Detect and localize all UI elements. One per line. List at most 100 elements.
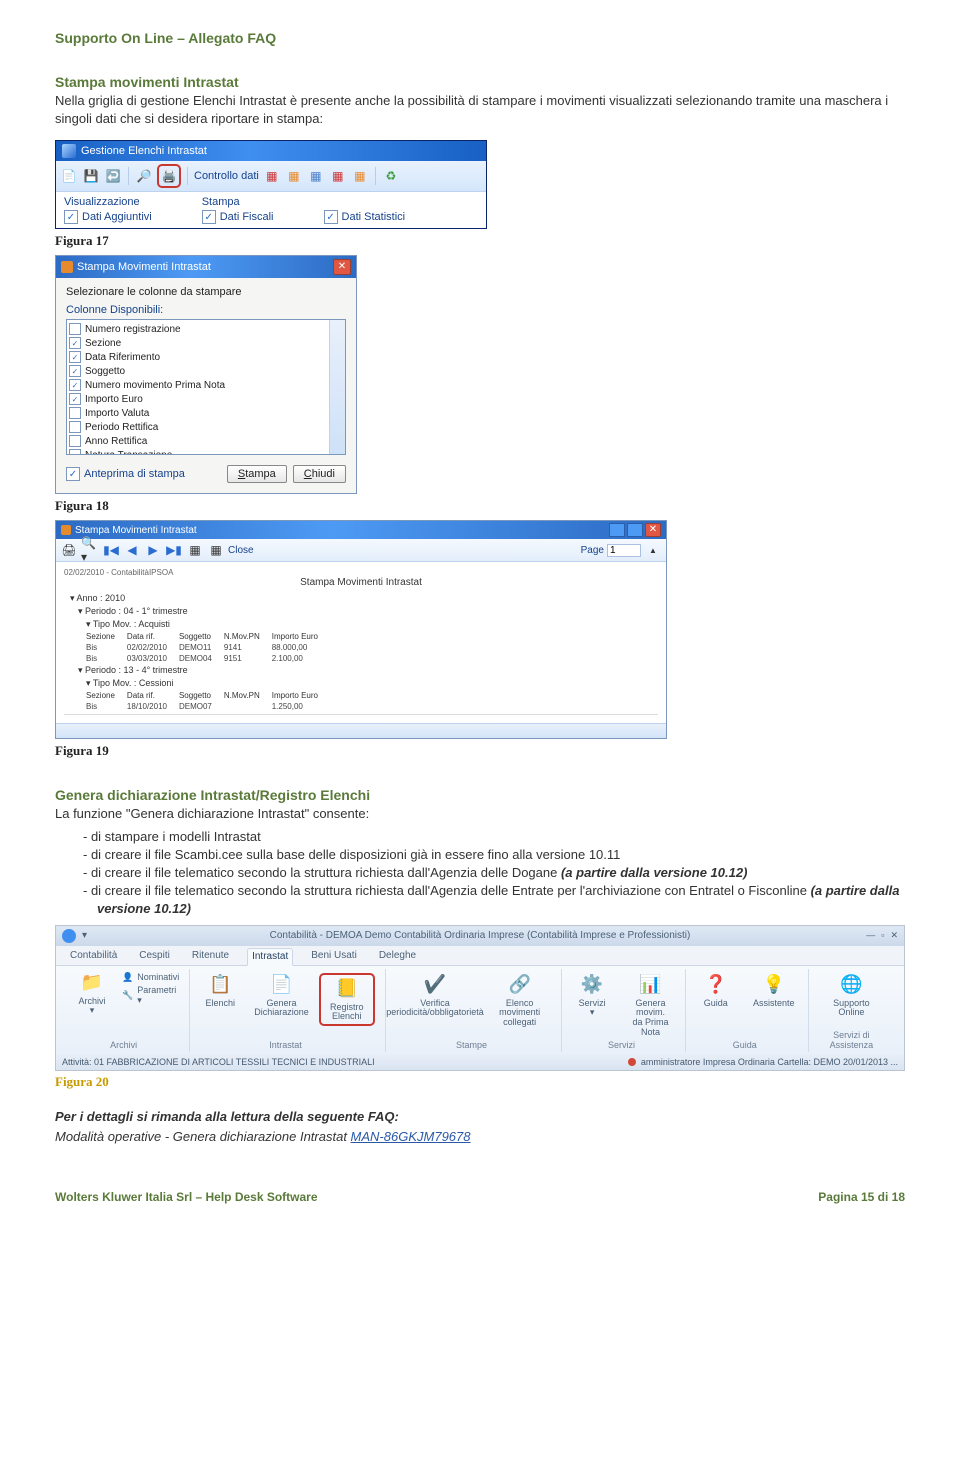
chk-anteprima[interactable]: ✓ Anteprima di stampa <box>66 467 185 481</box>
save-icon[interactable]: 💾 <box>82 167 100 185</box>
list-item[interactable]: Numero registrazione <box>69 322 343 336</box>
maximize-icon[interactable] <box>627 523 643 537</box>
list-item[interactable]: Anno Rettifica <box>69 434 343 448</box>
closing-line-1: Per i dettagli si rimanda alla lettura d… <box>55 1108 905 1126</box>
grid-orange2-icon[interactable]: ▦ <box>351 167 369 185</box>
servizi-button[interactable]: ⚙️ Servizi ▾ <box>568 973 616 1019</box>
ribbon-tab-intrastat[interactable]: Intrastat <box>247 948 293 966</box>
undo-icon[interactable]: ↩️ <box>104 167 122 185</box>
next-page-icon[interactable]: ▶ <box>144 541 162 559</box>
list-item[interactable]: Periodo Rettifica <box>69 420 343 434</box>
list-item[interactable]: ✓Data Riferimento <box>69 350 343 364</box>
status-right: amministratore Impresa Ordinaria Cartell… <box>641 1057 898 1067</box>
elenco-movimenti-button[interactable]: 🔗 Elenco movimenti collegati <box>488 973 551 1029</box>
nav-icon[interactable]: 🔎 <box>135 167 153 185</box>
columns-listbox[interactable]: Numero registrazione✓Sezione✓Data Riferi… <box>66 319 346 455</box>
registro-elenchi-button[interactable]: 📒 Registro Elenchi <box>319 973 375 1027</box>
elenchi-button[interactable]: 📋 Elenchi <box>196 973 244 1009</box>
scrollbar[interactable] <box>329 320 345 454</box>
prev-page-icon[interactable]: ◀ <box>123 541 141 559</box>
print-icon[interactable]: 🖨 <box>60 541 78 559</box>
genera-dichiarazione-button[interactable]: 📄 Genera Dichiarazione <box>254 973 309 1019</box>
table-cell: Bis <box>84 701 125 712</box>
table-row: Bis02/02/2010DEMO11914188.000,00 <box>84 642 328 653</box>
group-label: Servizi di Assistenza <box>815 1028 888 1050</box>
close-icon[interactable]: ✕ <box>333 259 351 275</box>
app-icon <box>62 144 76 158</box>
genera-movim-button[interactable]: 📊 Genera movim. da Prima Nota <box>626 973 675 1039</box>
list-icon: 📋 <box>206 973 234 997</box>
chk-dati-fiscali[interactable]: ✓ Dati Fiscali <box>202 210 274 224</box>
ribbon-tab-beni usati[interactable]: Beni Usati <box>307 948 361 965</box>
supporto-online-button[interactable]: 🌐 Supporto Online <box>827 973 875 1019</box>
last-page-icon[interactable]: ▶▮ <box>165 541 183 559</box>
chk-dati-aggiuntivi[interactable]: ✓ Dati Aggiuntivi <box>64 210 152 224</box>
list-item[interactable]: ✓Sezione <box>69 336 343 350</box>
faq-link[interactable]: MAN-86GKJM79678 <box>351 1129 471 1144</box>
zoom-icon[interactable]: 🔍▾ <box>81 541 99 559</box>
grid-orange-icon[interactable]: ▦ <box>285 167 303 185</box>
new-icon[interactable]: 📄 <box>60 167 78 185</box>
table-cell: 9141 <box>222 642 270 653</box>
bullet-list: di stampare i modelli Intrastatdi creare… <box>55 828 905 919</box>
ribbon-group-stampe: ✔️ Verifica periodicità/obbligatorietà 🔗… <box>386 969 562 1053</box>
controllo-dati-label[interactable]: Controllo dati <box>194 170 259 182</box>
close-icon[interactable]: ✕ <box>890 930 898 941</box>
multi-page2-icon[interactable]: ▦ <box>207 541 225 559</box>
list-item-label: Numero movimento Prima Nota <box>85 380 225 391</box>
preview-titlebar: Stampa Movimenti Intrastat ✕ <box>56 521 666 539</box>
group-label: Stampe <box>392 1038 551 1050</box>
grid-blue-icon[interactable]: ▦ <box>307 167 325 185</box>
status-indicator-icon <box>628 1058 636 1066</box>
preview-document: 02/02/2010 - ContabilitàIPSOA Stampa Mov… <box>56 562 666 723</box>
horizontal-scrollbar[interactable] <box>56 723 666 738</box>
ribbon-tab-cespiti[interactable]: Cespiti <box>135 948 174 965</box>
verifica-button[interactable]: ✔️ Verifica periodicità/obbligatorietà <box>392 973 478 1019</box>
ribbon-tab-contabilità[interactable]: Contabilità <box>66 948 121 965</box>
restore-icon[interactable]: ▫ <box>881 930 884 941</box>
group-label: Guida <box>692 1038 798 1050</box>
preview-icon <box>61 525 71 535</box>
multi-page-icon[interactable]: ▦ <box>186 541 204 559</box>
section-intro-2: La funzione "Genera dichiarazione Intras… <box>55 805 905 823</box>
grid-red-icon[interactable]: ▦ <box>263 167 281 185</box>
list-item[interactable]: Importo Valuta <box>69 406 343 420</box>
ribbon-tab-deleghe[interactable]: Deleghe <box>375 948 420 965</box>
grid-red2-icon[interactable]: ▦ <box>329 167 347 185</box>
list-item[interactable]: ✓Importo Euro <box>69 392 343 406</box>
table-header: Data rif. <box>125 690 177 701</box>
minimize-icon[interactable]: — <box>866 930 875 941</box>
assistente-button[interactable]: 💡 Assistente <box>750 973 798 1009</box>
nominativi-item[interactable]: 👤Nominativi <box>122 971 179 984</box>
list-item[interactable]: ✓Soggetto <box>69 364 343 378</box>
toolbar-divider-2 <box>187 167 188 185</box>
refresh-icon[interactable]: ♻ <box>382 167 400 185</box>
checkbox-icon: ✓ <box>69 379 81 391</box>
page-up-icon[interactable]: ▲ <box>644 541 662 559</box>
page-footer: Wolters Kluwer Italia Srl – Help Desk So… <box>55 1190 905 1204</box>
stampa-button[interactable]: SStampatampa <box>227 465 287 483</box>
user-icon: 👤 <box>122 972 133 983</box>
table-cell: 88.000,00 <box>270 642 328 653</box>
window-titlebar: Gestione Elenchi Intrastat <box>56 141 486 161</box>
chk-dati-statistici[interactable]: ✓ Dati Statistici <box>324 210 406 224</box>
list-item[interactable]: Natura Transazione <box>69 448 343 455</box>
chk-label: Dati Aggiuntivi <box>82 211 152 223</box>
close-label[interactable]: Close <box>228 545 254 556</box>
ribbon-tab-ritenute[interactable]: Ritenute <box>188 948 233 965</box>
parametri-item[interactable]: 🔧Parametri ▾ <box>122 984 179 1007</box>
close-icon[interactable]: ✕ <box>645 523 661 537</box>
print-icon[interactable]: 🖨️ <box>160 167 178 185</box>
page-number-input[interactable] <box>607 544 641 557</box>
list-item[interactable]: ✓ Numero movimento Prima Nota <box>69 378 343 392</box>
dialog-instruction: Selezionare le colonne da stampare <box>66 286 346 298</box>
closing-line-2: Modalità operative - Genera dichiarazion… <box>55 1128 905 1146</box>
ribbon-group-archivi: 📁 Archivi ▾ 👤Nominativi 🔧Parametri ▾ Arc… <box>62 969 190 1053</box>
wrench-icon: 🔧 <box>122 990 133 1001</box>
minimize-icon[interactable] <box>609 523 625 537</box>
first-page-icon[interactable]: ▮◀ <box>102 541 120 559</box>
archivi-button[interactable]: 📁 Archivi ▾ <box>68 971 116 1017</box>
chiudi-button[interactable]: Chiudi <box>293 465 346 483</box>
guida-button[interactable]: ❓ Guida <box>692 973 740 1009</box>
tree-tipo-2: ▾ Tipo Mov. : Cessioni <box>86 677 658 690</box>
